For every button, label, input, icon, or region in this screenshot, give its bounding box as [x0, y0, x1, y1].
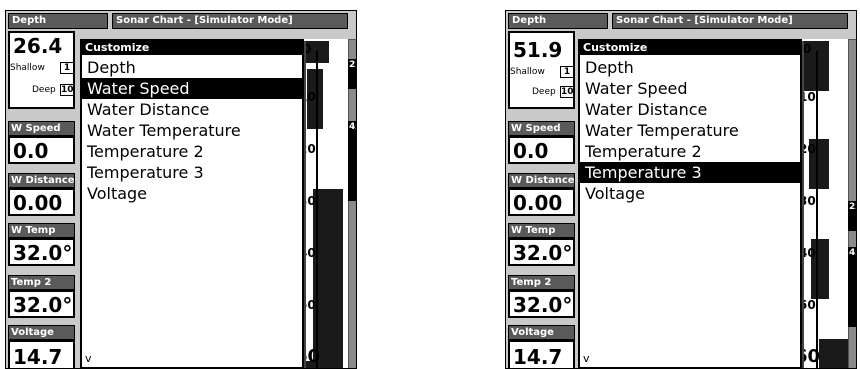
scale-label-0: 0 — [303, 42, 312, 56]
depth-panel[interactable]: 51.9 Shallow 1 Deep 10 — [508, 31, 575, 109]
w-speed-value: 0.0 — [513, 139, 549, 163]
voltage-panel[interactable]: 14.7 — [508, 340, 575, 369]
w-distance-panel[interactable]: 0.00 — [508, 188, 575, 216]
voltage-value: 14.7 — [13, 345, 63, 369]
temp-2-label: Temp 2 — [8, 275, 75, 290]
temp-2-panel[interactable]: 32.0° — [508, 290, 575, 318]
menu-item-temperature-2[interactable]: Temperature 2 — [580, 141, 800, 162]
w-temp-label: W Temp — [508, 223, 575, 238]
depth-header: Depth — [8, 13, 108, 29]
w-speed-label: W Speed — [8, 121, 75, 136]
w-temp-value: 32.0° — [13, 241, 73, 265]
menu-item-temperature-3[interactable]: Temperature 3 — [580, 162, 800, 183]
menu-item-water-temperature[interactable]: Water Temperature — [82, 120, 302, 141]
depth-scale-line — [316, 51, 318, 368]
menu-item-water-distance[interactable]: Water Distance — [82, 99, 302, 120]
shallow-value[interactable]: 1 — [560, 66, 573, 78]
menu-item-water-speed[interactable]: Water Speed — [580, 78, 800, 99]
menu-item-temperature-2[interactable]: Temperature 2 — [82, 141, 302, 162]
w-temp-panel[interactable]: 32.0° — [508, 238, 575, 266]
w-speed-panel[interactable]: 0.0 — [8, 136, 75, 164]
depth-header: Depth — [508, 13, 608, 29]
shallow-value[interactable]: 1 — [60, 62, 73, 74]
voltage-value: 14.7 — [513, 345, 563, 369]
scroll-down-indicator[interactable]: v — [583, 352, 590, 365]
w-temp-panel[interactable]: 32.0° — [8, 238, 75, 266]
temp-2-value: 32.0° — [513, 293, 573, 317]
menu-item-depth[interactable]: Depth — [82, 57, 302, 78]
voltage-label: Voltage — [508, 325, 575, 340]
temp-2-label: Temp 2 — [508, 275, 575, 290]
sonar-screen-left: Depth Sonar Chart - [Simulator Mode] 26.… — [5, 10, 357, 369]
zoom-2x-button[interactable]: 2x — [848, 201, 856, 231]
zoom-4x-button[interactable]: 4x — [848, 247, 856, 327]
depth-panel[interactable]: 26.4 Shallow 1 Deep 10 — [8, 31, 75, 109]
deep-label: Deep — [32, 85, 56, 95]
menu-item-water-temperature[interactable]: Water Temperature — [580, 120, 800, 141]
menu-list: Depth Water Speed Water Distance Water T… — [82, 55, 302, 204]
sonar-chart-title: Sonar Chart - [Simulator Mode] — [112, 13, 348, 29]
menu-item-depth[interactable]: Depth — [580, 57, 800, 78]
scale-label-0: 0 — [803, 42, 812, 56]
sonar-chart-title: Sonar Chart - [Simulator Mode] — [612, 13, 848, 29]
shallow-label: Shallow — [10, 63, 45, 73]
sonar-return — [819, 339, 849, 368]
w-temp-value: 32.0° — [513, 241, 573, 265]
temp-2-panel[interactable]: 32.0° — [8, 290, 75, 318]
w-distance-panel[interactable]: 0.00 — [8, 188, 75, 216]
deep-value[interactable]: 10 — [60, 84, 73, 96]
depth-value: 51.9 — [513, 38, 563, 62]
zoom-2x-button[interactable]: 2x — [348, 59, 356, 89]
depth-value: 26.4 — [13, 34, 63, 58]
w-distance-label: W Distance — [8, 173, 75, 188]
zoom-4x-button[interactable]: 4x — [348, 121, 356, 201]
deep-value[interactable]: 10 — [560, 86, 573, 98]
depth-scale-line — [816, 51, 818, 368]
temp-2-value: 32.0° — [13, 293, 73, 317]
deep-label: Deep — [532, 87, 556, 97]
w-temp-label: W Temp — [8, 223, 75, 238]
menu-item-temperature-3[interactable]: Temperature 3 — [82, 162, 302, 183]
menu-item-voltage[interactable]: Voltage — [580, 183, 800, 204]
w-distance-value: 0.00 — [513, 191, 563, 215]
menu-title: Customize — [82, 41, 302, 55]
sonar-screen-right: Depth Sonar Chart - [Simulator Mode] 51.… — [505, 10, 857, 369]
menu-item-water-speed[interactable]: Water Speed — [82, 78, 302, 99]
menu-list: Depth Water Speed Water Distance Water T… — [580, 55, 800, 204]
w-distance-value: 0.00 — [13, 191, 63, 215]
w-speed-label: W Speed — [508, 121, 575, 136]
menu-item-water-distance[interactable]: Water Distance — [580, 99, 800, 120]
customize-menu[interactable]: Customize Depth Water Speed Water Distan… — [80, 39, 304, 368]
w-speed-panel[interactable]: 0.0 — [508, 136, 575, 164]
shallow-label: Shallow — [510, 67, 545, 77]
w-distance-label: W Distance — [508, 173, 575, 188]
menu-item-voltage[interactable]: Voltage — [82, 183, 302, 204]
scroll-down-indicator[interactable]: v — [85, 352, 92, 365]
menu-title: Customize — [580, 41, 800, 55]
voltage-label: Voltage — [8, 325, 75, 340]
customize-menu[interactable]: Customize Depth Water Speed Water Distan… — [578, 39, 802, 368]
voltage-panel[interactable]: 14.7 — [8, 340, 75, 369]
w-speed-value: 0.0 — [13, 139, 49, 163]
